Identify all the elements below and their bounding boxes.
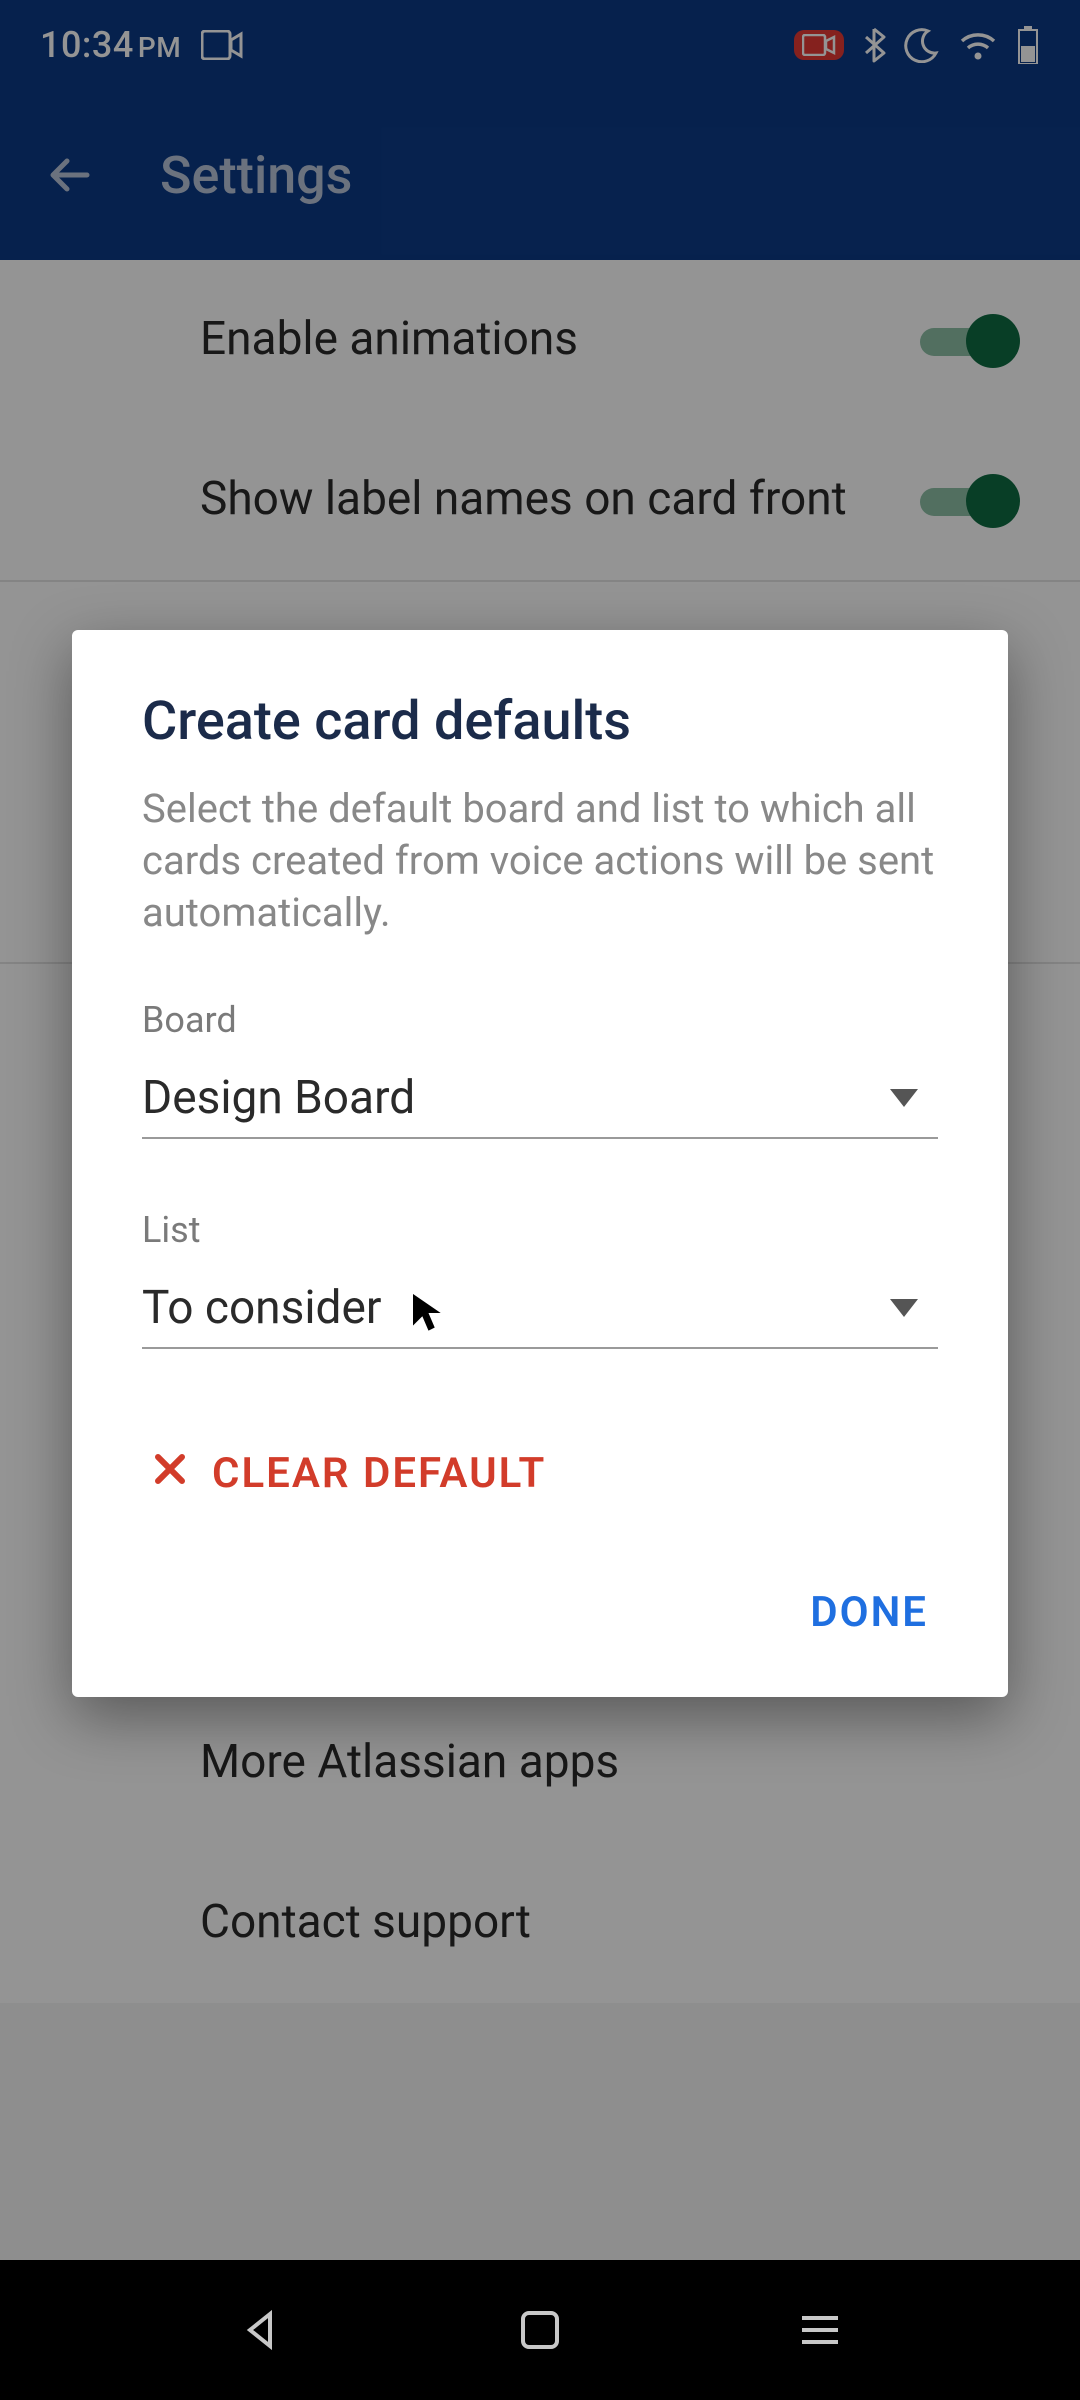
create-card-defaults-dialog: Create card defaults Select the default … — [72, 630, 1008, 1697]
board-field-label: Board — [142, 999, 938, 1041]
list-dropdown-value: To consider — [142, 1281, 381, 1335]
done-button[interactable]: DONE — [800, 1568, 938, 1657]
nav-home-button[interactable] — [505, 2295, 575, 2365]
dialog-description: Select the default board and list to whi… — [142, 783, 938, 939]
dialog-title: Create card defaults — [142, 690, 938, 753]
board-dropdown-value: Design Board — [142, 1071, 415, 1125]
dialog-actions: DONE — [142, 1538, 938, 1657]
clear-default-label: CLEAR DEFAULT — [212, 1449, 546, 1498]
board-dropdown[interactable]: Design Board — [142, 1071, 938, 1139]
close-icon — [152, 1450, 188, 1497]
nav-back-button[interactable] — [225, 2295, 295, 2365]
clear-default-button[interactable]: CLEAR DEFAULT — [142, 1419, 938, 1538]
system-nav-bar — [0, 2260, 1080, 2400]
list-field-label: List — [142, 1209, 938, 1251]
chevron-down-icon — [890, 1299, 918, 1317]
chevron-down-icon — [890, 1089, 918, 1107]
screen: 10:34PM S — [0, 0, 1080, 2400]
nav-recents-button[interactable] — [785, 2295, 855, 2365]
list-dropdown[interactable]: To consider — [142, 1281, 938, 1349]
